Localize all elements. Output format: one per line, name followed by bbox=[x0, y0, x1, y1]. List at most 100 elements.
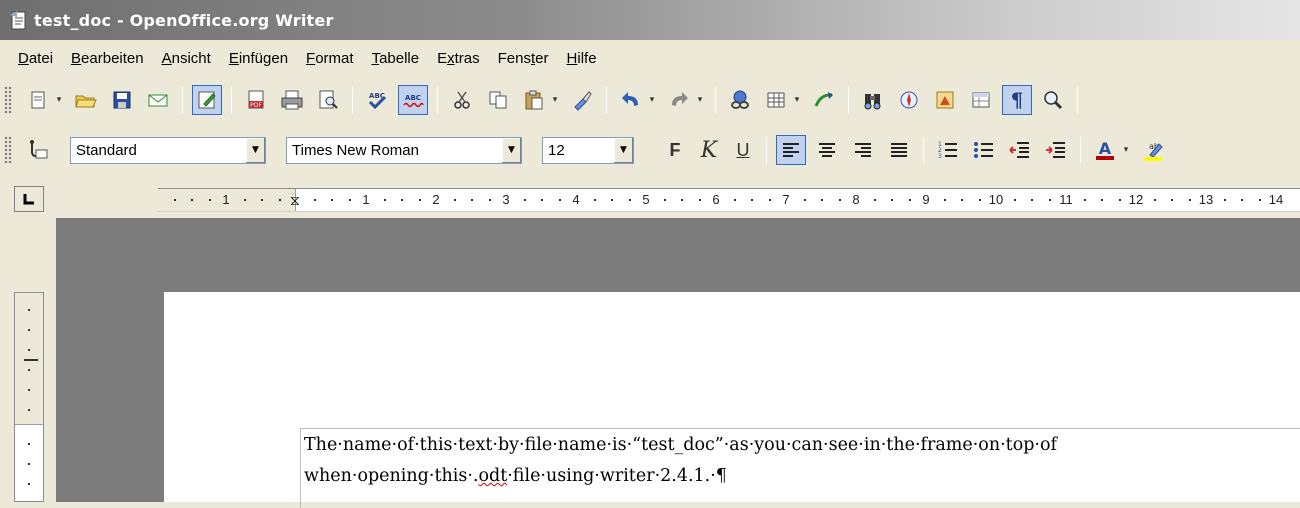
toolbar-separator bbox=[231, 87, 232, 113]
auto-spellcheck-icon[interactable]: ABC bbox=[398, 85, 428, 115]
menu-item-0[interactable]: Datei bbox=[6, 48, 62, 69]
menu-item-4[interactable]: Format bbox=[297, 48, 363, 69]
document-view[interactable]: The·name·of·this·text·by·file·name·is·“t… bbox=[56, 218, 1300, 508]
justify-icon[interactable] bbox=[884, 135, 914, 165]
paragraph-style-combo[interactable]: Standard ▼ bbox=[70, 136, 266, 164]
table-icon[interactable] bbox=[761, 85, 791, 115]
gallery-icon[interactable] bbox=[930, 85, 960, 115]
ruler-number: 1 bbox=[222, 192, 230, 207]
ruler-tick bbox=[208, 199, 211, 201]
ruler-number bbox=[24, 359, 38, 361]
toolbar-separator bbox=[1077, 87, 1078, 113]
bullets-icon[interactable] bbox=[969, 135, 999, 165]
zoom-icon[interactable] bbox=[1038, 85, 1068, 115]
document-text[interactable]: The·name·of·this·text·by·file·name·is·“t… bbox=[304, 430, 1057, 492]
align-left-icon[interactable] bbox=[776, 135, 806, 165]
title-bar: test_doc - OpenOffice.org Writer bbox=[0, 0, 1300, 40]
save-icon[interactable] bbox=[107, 85, 137, 115]
decrease-indent-icon[interactable] bbox=[1005, 135, 1035, 165]
ruler-tick bbox=[1101, 199, 1103, 201]
document-line: when·opening·this·.odt·file·using·writer… bbox=[304, 461, 1057, 492]
redo-dropdown-icon[interactable]: ▾ bbox=[695, 85, 705, 115]
cut-icon[interactable] bbox=[447, 85, 477, 115]
print-icon[interactable] bbox=[277, 85, 307, 115]
svg-text:ABC: ABC bbox=[405, 94, 421, 102]
tab-type-selector[interactable] bbox=[14, 186, 44, 212]
undo-icon[interactable] bbox=[616, 85, 646, 115]
page-preview-icon[interactable] bbox=[313, 85, 343, 115]
ruler-tick bbox=[891, 199, 893, 201]
horizontal-ruler[interactable]: 1 1 2 3 4 5 6 7 8 9 10 11 12 13 14 ⧖ bbox=[158, 188, 1300, 212]
hyperlink-icon[interactable] bbox=[725, 85, 755, 115]
redo-icon[interactable] bbox=[664, 85, 694, 115]
menu-item-6[interactable]: Extras bbox=[428, 48, 489, 69]
menu-item-8[interactable]: Hilfe bbox=[558, 48, 606, 69]
export-pdf-icon[interactable]: PDF bbox=[241, 85, 271, 115]
spellcheck-icon[interactable]: ABC bbox=[362, 85, 392, 115]
align-right-icon[interactable] bbox=[848, 135, 878, 165]
ruler-tick bbox=[1171, 199, 1173, 201]
undo-dropdown-icon[interactable]: ▾ bbox=[647, 85, 657, 115]
highlighting-icon[interactable]: ab bbox=[1138, 135, 1168, 165]
table-dropdown-icon[interactable]: ▾ bbox=[792, 85, 802, 115]
navigator-icon[interactable] bbox=[894, 85, 924, 115]
ruler-tick bbox=[261, 199, 263, 201]
chevron-down-icon[interactable]: ▼ bbox=[245, 137, 265, 163]
toolbar-separator bbox=[606, 87, 607, 113]
new-document-icon[interactable] bbox=[23, 85, 53, 115]
paragraph-style-value: Standard bbox=[76, 141, 137, 159]
toolbar-grip[interactable] bbox=[4, 86, 12, 114]
align-center-icon[interactable] bbox=[812, 135, 842, 165]
bold-button[interactable]: F bbox=[660, 135, 690, 165]
menu-item-7[interactable]: Fenster bbox=[489, 48, 558, 69]
ruler-tick bbox=[1118, 199, 1121, 201]
data-sources-icon[interactable] bbox=[966, 85, 996, 115]
toolbar-grip[interactable] bbox=[4, 136, 12, 164]
copy-icon[interactable] bbox=[483, 85, 513, 115]
email-document-icon[interactable] bbox=[143, 85, 173, 115]
menu-bar: Datei Bearbeiten Ansicht Einfügen Format Tabe… bbox=[0, 42, 1300, 74]
numbering-icon[interactable]: 123 bbox=[933, 135, 963, 165]
misspelled-word[interactable]: odt bbox=[478, 466, 507, 486]
font-name-combo[interactable]: Times New Roman ▼ bbox=[286, 136, 522, 164]
svg-text:PDF: PDF bbox=[250, 102, 262, 109]
menu-item-2[interactable]: Ansicht bbox=[153, 48, 220, 69]
new-dropdown-icon[interactable]: ▾ bbox=[54, 85, 64, 115]
ruler-tick bbox=[401, 199, 403, 201]
toolbar-separator bbox=[437, 87, 438, 113]
indent-marker-icon[interactable]: ⧖ bbox=[290, 192, 302, 210]
vertical-ruler[interactable] bbox=[14, 292, 44, 502]
document-line: The·name·of·this·text·by·file·name·is·“t… bbox=[304, 435, 1058, 455]
formatting-marks-icon[interactable]: ¶ bbox=[1002, 85, 1032, 115]
underline-button[interactable]: U bbox=[728, 135, 758, 165]
font-color-dropdown-icon[interactable]: ▾ bbox=[1121, 135, 1131, 165]
ruler-tick bbox=[1083, 199, 1086, 201]
ruler-tick bbox=[1223, 199, 1226, 201]
paste-icon[interactable] bbox=[519, 85, 549, 115]
increase-indent-icon[interactable] bbox=[1041, 135, 1071, 165]
ruler-number: 12 bbox=[1128, 192, 1144, 207]
ruler-number: 1 bbox=[362, 192, 370, 207]
font-color-icon[interactable]: A bbox=[1090, 135, 1120, 165]
open-folder-icon[interactable] bbox=[71, 85, 101, 115]
ruler-tick bbox=[1188, 199, 1191, 201]
edit-file-icon[interactable] bbox=[192, 85, 222, 115]
ruler-tick bbox=[978, 199, 981, 201]
italic-button[interactable]: K bbox=[694, 135, 724, 165]
find-replace-icon[interactable] bbox=[858, 85, 888, 115]
menu-item-1[interactable]: Bearbeiten bbox=[62, 48, 153, 69]
ruler-number: 13 bbox=[1198, 192, 1214, 207]
ruler-tick bbox=[331, 199, 333, 201]
show-draw-functions-icon[interactable] bbox=[809, 85, 839, 115]
menu-item-3[interactable]: Einfügen bbox=[220, 48, 297, 69]
styles-formatting-icon[interactable] bbox=[23, 135, 53, 165]
document-page[interactable]: The·name·of·this·text·by·file·name·is·“t… bbox=[164, 292, 1300, 508]
clone-formatting-icon[interactable] bbox=[567, 85, 597, 115]
chevron-down-icon[interactable]: ▼ bbox=[501, 137, 521, 163]
font-size-combo[interactable]: 12 ▼ bbox=[542, 136, 634, 164]
ruler-tick bbox=[243, 199, 246, 201]
chevron-down-icon[interactable]: ▼ bbox=[613, 137, 633, 163]
paste-dropdown-icon[interactable]: ▾ bbox=[550, 85, 560, 115]
menu-item-5[interactable]: Tabelle bbox=[363, 48, 429, 69]
writer-app-icon[interactable] bbox=[6, 8, 30, 32]
